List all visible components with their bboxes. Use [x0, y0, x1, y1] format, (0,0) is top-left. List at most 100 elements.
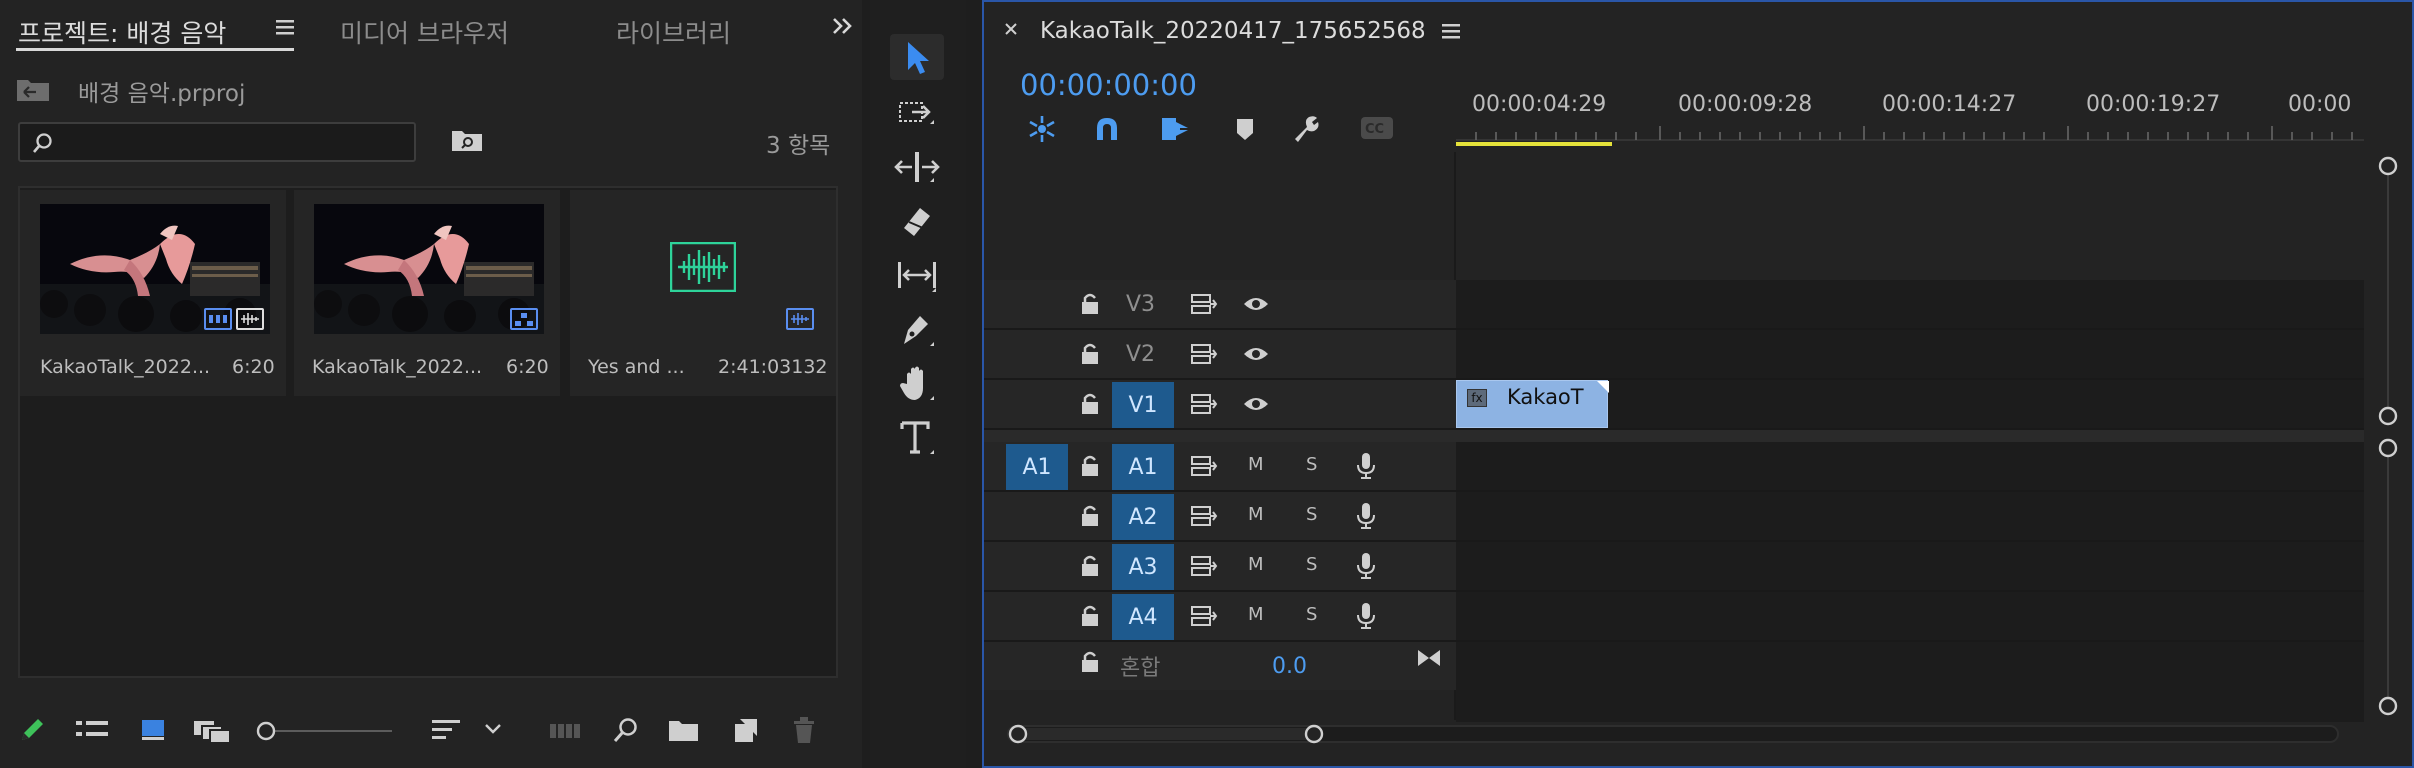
lock-icon[interactable] — [1080, 454, 1100, 478]
panel-menu-icon[interactable] — [276, 18, 294, 36]
linked-selection-icon[interactable] — [1160, 114, 1194, 144]
track-target-a4[interactable]: A4 — [1112, 594, 1174, 640]
item-count: 3 항목 — [766, 133, 831, 159]
mute-button[interactable]: M — [1248, 504, 1264, 525]
audio-waveform-icon — [670, 242, 736, 292]
eye-icon[interactable] — [1242, 394, 1270, 414]
search-input[interactable] — [18, 122, 416, 162]
sequence-tab-title[interactable]: KakaoTalk_20220417_175652568 — [1040, 18, 1426, 44]
freeform-view-icon[interactable] — [194, 718, 234, 744]
sync-lock-icon[interactable] — [1190, 554, 1218, 578]
icon-view-icon[interactable] — [140, 718, 168, 742]
solo-button[interactable]: S — [1306, 554, 1317, 575]
track-body-v1[interactable]: fx KakaoT — [1456, 380, 2364, 428]
lock-icon[interactable] — [1080, 604, 1100, 628]
new-item-icon[interactable] — [732, 716, 760, 744]
ruler-label: 00:00 — [2288, 92, 2352, 117]
wrench-icon[interactable] — [1290, 114, 1320, 144]
track-body-a3[interactable] — [1456, 542, 2364, 590]
track-select-tool-icon[interactable] — [890, 90, 944, 136]
new-bin-icon[interactable] — [668, 718, 700, 742]
work-area-bar — [1456, 142, 1612, 146]
sort-icon[interactable] — [432, 718, 462, 742]
sync-lock-icon[interactable] — [1190, 504, 1218, 528]
sync-lock-icon[interactable] — [1190, 604, 1218, 628]
double-chevron-right-icon[interactable] — [832, 16, 854, 36]
track-header-a4: A4 M S — [984, 592, 1456, 640]
find-icon[interactable] — [612, 716, 640, 744]
track-body-v2[interactable] — [1456, 330, 2364, 378]
lock-icon[interactable] — [1080, 504, 1100, 528]
playhead-timecode[interactable]: 00:00:00:00 — [1020, 68, 1197, 102]
hand-tool-icon[interactable] — [890, 360, 944, 406]
track-target-a1[interactable]: A1 — [1112, 444, 1174, 490]
track-target-a2[interactable]: A2 — [1112, 494, 1174, 540]
horizontal-zoom-scrollbar[interactable] — [1004, 718, 2344, 750]
mix-volume-value[interactable]: 0.0 — [1272, 654, 1307, 679]
eye-icon[interactable] — [1242, 294, 1270, 314]
microphone-icon[interactable] — [1356, 452, 1376, 480]
mute-button[interactable]: M — [1248, 604, 1264, 625]
bowtie-icon[interactable] — [1416, 648, 1442, 668]
tab-project[interactable]: 프로젝트: 배경 음악 — [18, 14, 226, 50]
tab-media-browser[interactable]: 미디어 브라우저 — [340, 14, 509, 50]
track-body-v3[interactable] — [1456, 280, 2364, 328]
vertical-zoom-scrollbar[interactable] — [2364, 152, 2412, 722]
search-icon — [32, 132, 54, 154]
svg-text:CC: CC — [1365, 122, 1384, 137]
slip-tool-icon[interactable] — [890, 252, 944, 298]
pencil-icon[interactable] — [18, 716, 46, 744]
microphone-icon[interactable] — [1356, 502, 1376, 530]
add-marker-icon[interactable] — [1234, 116, 1256, 142]
track-row-v1: V1 fx KakaoT — [984, 380, 2364, 430]
time-ruler[interactable]: 00:00:04:29 00:00:09:28 00:00:14:27 00:0… — [1456, 84, 2364, 152]
track-target-a3[interactable]: A3 — [1112, 544, 1174, 590]
type-tool-icon[interactable] — [890, 414, 944, 460]
track-body-a1[interactable] — [1456, 442, 2364, 490]
sync-lock-icon[interactable] — [1190, 292, 1218, 316]
lock-icon[interactable] — [1080, 650, 1100, 674]
nest-sequences-icon[interactable] — [1026, 114, 1058, 144]
solo-button[interactable]: S — [1306, 454, 1317, 475]
snap-magnet-icon[interactable] — [1092, 114, 1122, 144]
tab-libraries[interactable]: 라이브러리 — [616, 14, 731, 50]
ruler-label: 00:00:04:29 — [1472, 92, 1607, 117]
project-item[interactable]: Yes and ... 2:41:03132 — [570, 190, 836, 396]
mute-button[interactable]: M — [1248, 454, 1264, 475]
ripple-edit-tool-icon[interactable] — [890, 144, 944, 190]
lock-icon[interactable] — [1080, 392, 1100, 416]
video-audio-divider[interactable] — [984, 430, 2364, 442]
lock-icon[interactable] — [1080, 292, 1100, 316]
chevron-down-icon[interactable] — [484, 722, 502, 736]
razor-tool-icon[interactable] — [890, 198, 944, 244]
track-body-a4[interactable] — [1456, 592, 2364, 640]
mute-button[interactable]: M — [1248, 554, 1264, 575]
find-folder-icon[interactable] — [450, 126, 484, 154]
microphone-icon[interactable] — [1356, 602, 1376, 630]
solo-button[interactable]: S — [1306, 504, 1317, 525]
panel-menu-icon[interactable] — [1442, 22, 1460, 40]
track-body-a2[interactable] — [1456, 492, 2364, 540]
selection-tool-icon[interactable] — [890, 34, 944, 80]
sync-lock-icon[interactable] — [1190, 454, 1218, 478]
sync-lock-icon[interactable] — [1190, 342, 1218, 366]
sync-lock-icon[interactable] — [1190, 392, 1218, 416]
solo-button[interactable]: S — [1306, 604, 1317, 625]
video-clip-badge-icon — [204, 308, 232, 330]
active-tab-indicator — [16, 48, 294, 51]
zoom-slider[interactable] — [256, 720, 396, 742]
project-item[interactable]: KakaoTalk_2022... 6:20 — [294, 190, 560, 396]
track-target-v1[interactable]: V1 — [1112, 382, 1174, 428]
sequence-thumbnail — [314, 204, 544, 334]
video-clip[interactable]: fx KakaoT — [1456, 380, 1609, 428]
source-patch-a1[interactable]: A1 — [1006, 444, 1068, 490]
project-item[interactable]: KakaoTalk_2022... 6:20 — [20, 190, 286, 396]
microphone-icon[interactable] — [1356, 552, 1376, 580]
parent-folder-icon[interactable] — [16, 74, 50, 102]
lock-icon[interactable] — [1080, 342, 1100, 366]
eye-icon[interactable] — [1242, 344, 1270, 364]
pen-tool-icon[interactable] — [890, 306, 944, 352]
close-icon[interactable] — [1004, 22, 1018, 36]
list-view-icon[interactable] — [76, 718, 110, 742]
lock-icon[interactable] — [1080, 554, 1100, 578]
